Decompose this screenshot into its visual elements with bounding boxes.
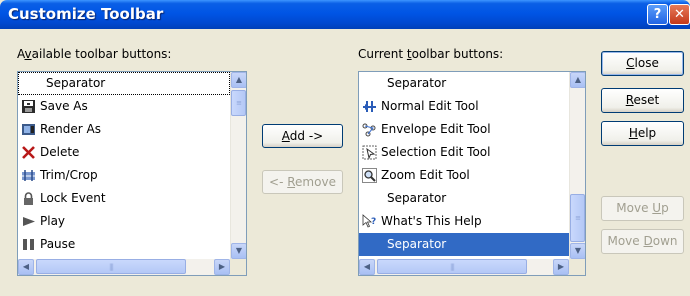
list-item[interactable]: Separator	[18, 72, 230, 95]
list-item-label: What's This Help	[381, 214, 482, 228]
current-vertical-scrollbar[interactable]: ▲ ≡ ▼	[569, 72, 585, 259]
list-item[interactable]: Trim/Crop	[18, 164, 230, 187]
scrollbar-corner	[569, 259, 585, 275]
available-horizontal-scrollbar[interactable]: ◀ ||| ▶	[18, 259, 230, 275]
list-item-label: Selection Edit Tool	[381, 145, 491, 159]
scroll-thumb[interactable]: ≡	[570, 194, 585, 242]
envelope-edit-tool-icon	[362, 122, 377, 137]
close-button[interactable]: Close	[601, 51, 684, 76]
list-item-label: Separator	[387, 191, 447, 205]
normal-edit-tool-icon	[362, 99, 377, 114]
list-item[interactable]: Separator	[359, 72, 569, 95]
scroll-left-arrow-icon[interactable]: ◀	[18, 259, 34, 275]
list-item[interactable]: Delete	[18, 141, 230, 164]
remove-button-label: <- Remove	[269, 175, 336, 189]
move-up-button-label: Move Up	[616, 201, 669, 215]
svg-text:?: ?	[371, 217, 376, 227]
list-item[interactable]: Envelope Edit Tool	[359, 118, 569, 141]
list-item-label: Separator	[46, 76, 106, 90]
scroll-left-arrow-icon[interactable]: ◀	[359, 259, 375, 275]
reset-button-label: Reset	[625, 93, 660, 107]
list-item-label: Delete	[40, 145, 80, 159]
list-item-label: Separator	[387, 76, 447, 90]
scrollbar-corner	[230, 259, 246, 275]
add-button-label: Add ->	[281, 129, 324, 143]
whats-this-help-icon: ?	[362, 214, 377, 229]
list-item[interactable]: Render As	[18, 118, 230, 141]
move-down-button-label: Move Down	[607, 234, 678, 248]
trim-crop-icon	[21, 168, 36, 183]
list-item[interactable]: ? What's This Help	[359, 210, 569, 233]
list-item[interactable]: Lock Event	[18, 187, 230, 210]
help-button-label: Help	[628, 126, 657, 140]
list-item[interactable]: Separator	[359, 233, 569, 256]
zoom-icon	[362, 168, 377, 183]
list-item-label: Play	[40, 214, 66, 228]
list-item-label: Envelope Edit Tool	[381, 122, 491, 136]
move-down-button[interactable]: Move Down	[601, 229, 684, 254]
list-item[interactable]: Normal Edit Tool	[359, 95, 569, 118]
play-icon	[21, 214, 36, 229]
current-label: Current toolbar buttons:	[358, 47, 504, 61]
help-title-button[interactable]: ?	[647, 4, 668, 25]
list-item-label: Trim/Crop	[40, 168, 98, 182]
current-listbox[interactable]: Separator Normal Edit Tool Envelope Edit T…	[358, 71, 586, 276]
close-title-button[interactable]: ✕	[669, 4, 690, 25]
lock-icon	[21, 191, 36, 206]
available-vertical-scrollbar[interactable]: ▲ ≡ ▼	[230, 72, 246, 259]
list-item[interactable]: Save As	[18, 95, 230, 118]
list-item[interactable]: Selection Edit Tool	[359, 141, 569, 164]
scroll-right-arrow-icon[interactable]: ▶	[553, 259, 569, 275]
scroll-up-arrow-icon[interactable]: ▲	[231, 72, 246, 88]
list-item[interactable]: Separator	[359, 187, 569, 210]
list-item-label: Lock Event	[40, 191, 106, 205]
scroll-right-arrow-icon[interactable]: ▶	[214, 259, 230, 275]
selection-edit-tool-icon	[362, 145, 377, 160]
list-item[interactable]: Zoom Edit Tool	[359, 164, 569, 187]
render-as-icon	[21, 122, 36, 137]
pause-icon	[21, 237, 36, 252]
list-item[interactable]: Play	[18, 210, 230, 233]
list-item-label: Save As	[40, 99, 88, 113]
save-as-icon	[21, 99, 36, 114]
delete-icon	[21, 145, 36, 160]
list-item[interactable]: Pause	[18, 233, 230, 256]
scroll-down-arrow-icon[interactable]: ▼	[570, 243, 585, 259]
scroll-up-arrow-icon[interactable]: ▲	[570, 72, 585, 88]
scroll-thumb[interactable]: |||	[377, 259, 527, 274]
add-button[interactable]: Add ->	[262, 124, 343, 148]
list-item-label: Normal Edit Tool	[381, 99, 479, 113]
available-label: Available toolbar buttons:	[17, 47, 172, 61]
scroll-thumb[interactable]: ≡	[231, 90, 246, 116]
title-bar: Customize Toolbar ? ✕	[0, 0, 690, 29]
scroll-thumb[interactable]: |||	[36, 259, 186, 274]
move-up-button[interactable]: Move Up	[601, 196, 684, 221]
current-horizontal-scrollbar[interactable]: ◀ ||| ▶	[359, 259, 569, 275]
remove-button[interactable]: <- Remove	[262, 170, 343, 194]
window-title: Customize Toolbar	[8, 5, 164, 23]
list-item-label: Separator	[387, 237, 447, 251]
reset-button[interactable]: Reset	[601, 88, 684, 113]
list-item-label: Pause	[40, 237, 76, 251]
available-listbox[interactable]: Separator Save As Render As Delete Trim/Crop…	[17, 71, 247, 276]
scroll-down-arrow-icon[interactable]: ▼	[231, 243, 246, 259]
list-item-label: Zoom Edit Tool	[381, 168, 470, 182]
list-item-label: Render As	[40, 122, 101, 136]
help-button[interactable]: Help	[601, 121, 684, 146]
close-button-label: Close	[626, 56, 659, 70]
